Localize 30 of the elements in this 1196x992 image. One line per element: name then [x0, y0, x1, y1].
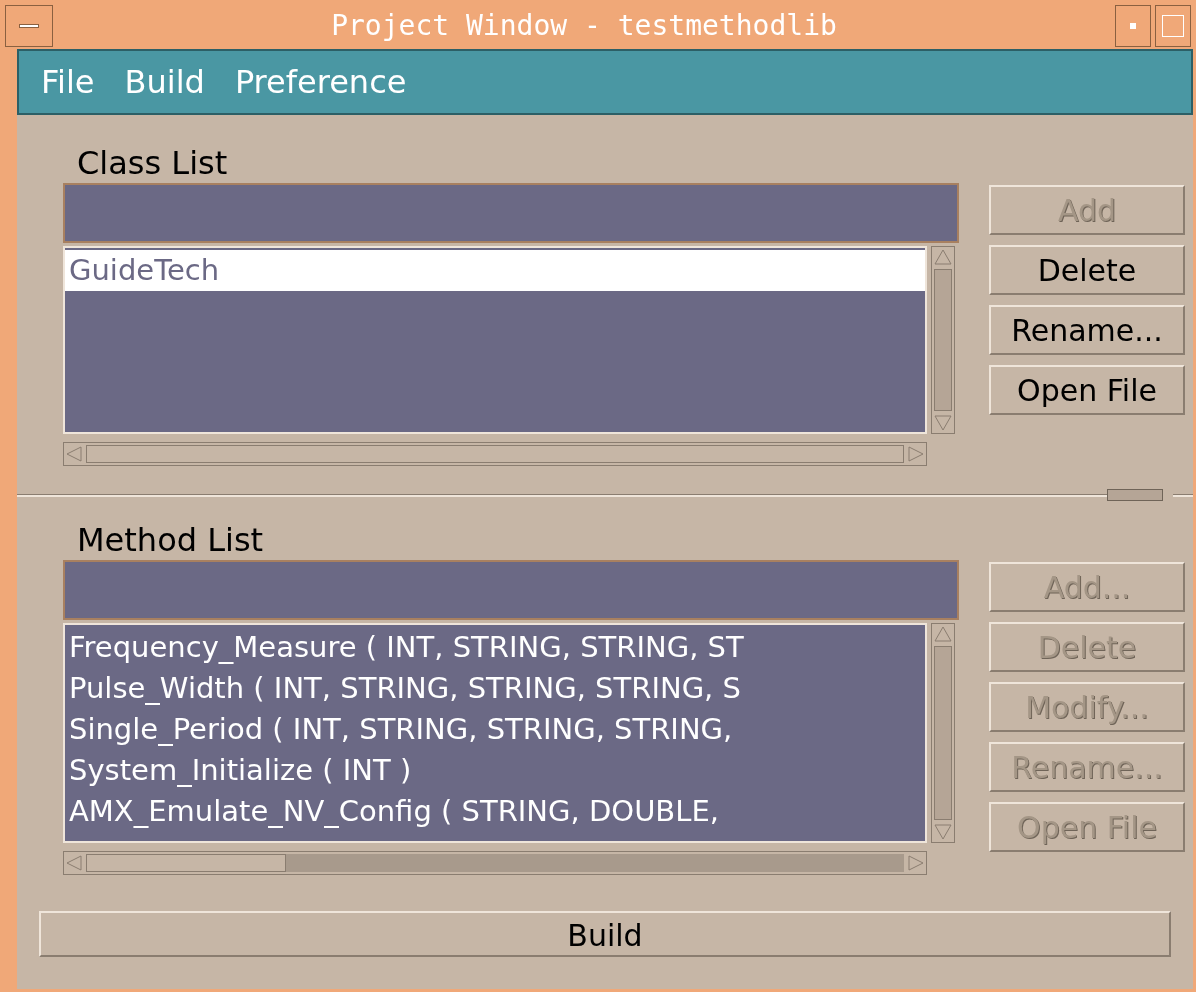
menu-item[interactable]: File [41, 58, 95, 106]
build-button[interactable]: Build [39, 911, 1171, 957]
input-field[interactable] [63, 560, 959, 620]
horizontal-scrollbar[interactable] [63, 851, 927, 875]
down-arrow-icon[interactable] [932, 413, 954, 433]
list-item[interactable]: AMX_Emulate_NV_Config ( STRING, DOUBLE, [65, 791, 925, 832]
up-arrow-icon[interactable] [932, 624, 954, 644]
section-label: Method List [77, 520, 265, 560]
side-button[interactable]: Open File [989, 365, 1185, 415]
input-field[interactable] [63, 183, 959, 243]
up-arrow-icon[interactable] [932, 247, 954, 267]
list-item[interactable]: GuideTech [65, 250, 925, 291]
list-item[interactable]: Frequency_Measure ( INT, STRING, STRING, ST [65, 627, 925, 668]
maximize-button[interactable] [1155, 5, 1191, 47]
window-menu-button[interactable] [5, 5, 53, 47]
section-label: Class List [77, 143, 229, 183]
vertical-scrollbar[interactable] [931, 246, 955, 434]
vertical-scrollbar[interactable] [931, 623, 955, 843]
side-button[interactable]: Delete [989, 245, 1185, 295]
menu-item[interactable]: Build [124, 58, 205, 106]
menu-item[interactable]: Preference [234, 58, 407, 106]
horizontal-scrollbar[interactable] [63, 442, 927, 466]
down-arrow-icon[interactable] [932, 822, 954, 842]
pane-sash[interactable] [1107, 489, 1163, 501]
side-button[interactable]: Rename... [989, 305, 1185, 355]
list-item[interactable]: System_Initialize ( INT ) [65, 750, 925, 791]
list-item[interactable]: Pulse_Width ( INT, STRING, STRING, STRING, S [65, 668, 925, 709]
minimize-button[interactable] [1115, 5, 1151, 47]
list-item[interactable]: Single_Period ( INT, STRING, STRING, STRING, [65, 709, 925, 750]
window-title: Project Window - testmethodlib [330, 8, 838, 44]
